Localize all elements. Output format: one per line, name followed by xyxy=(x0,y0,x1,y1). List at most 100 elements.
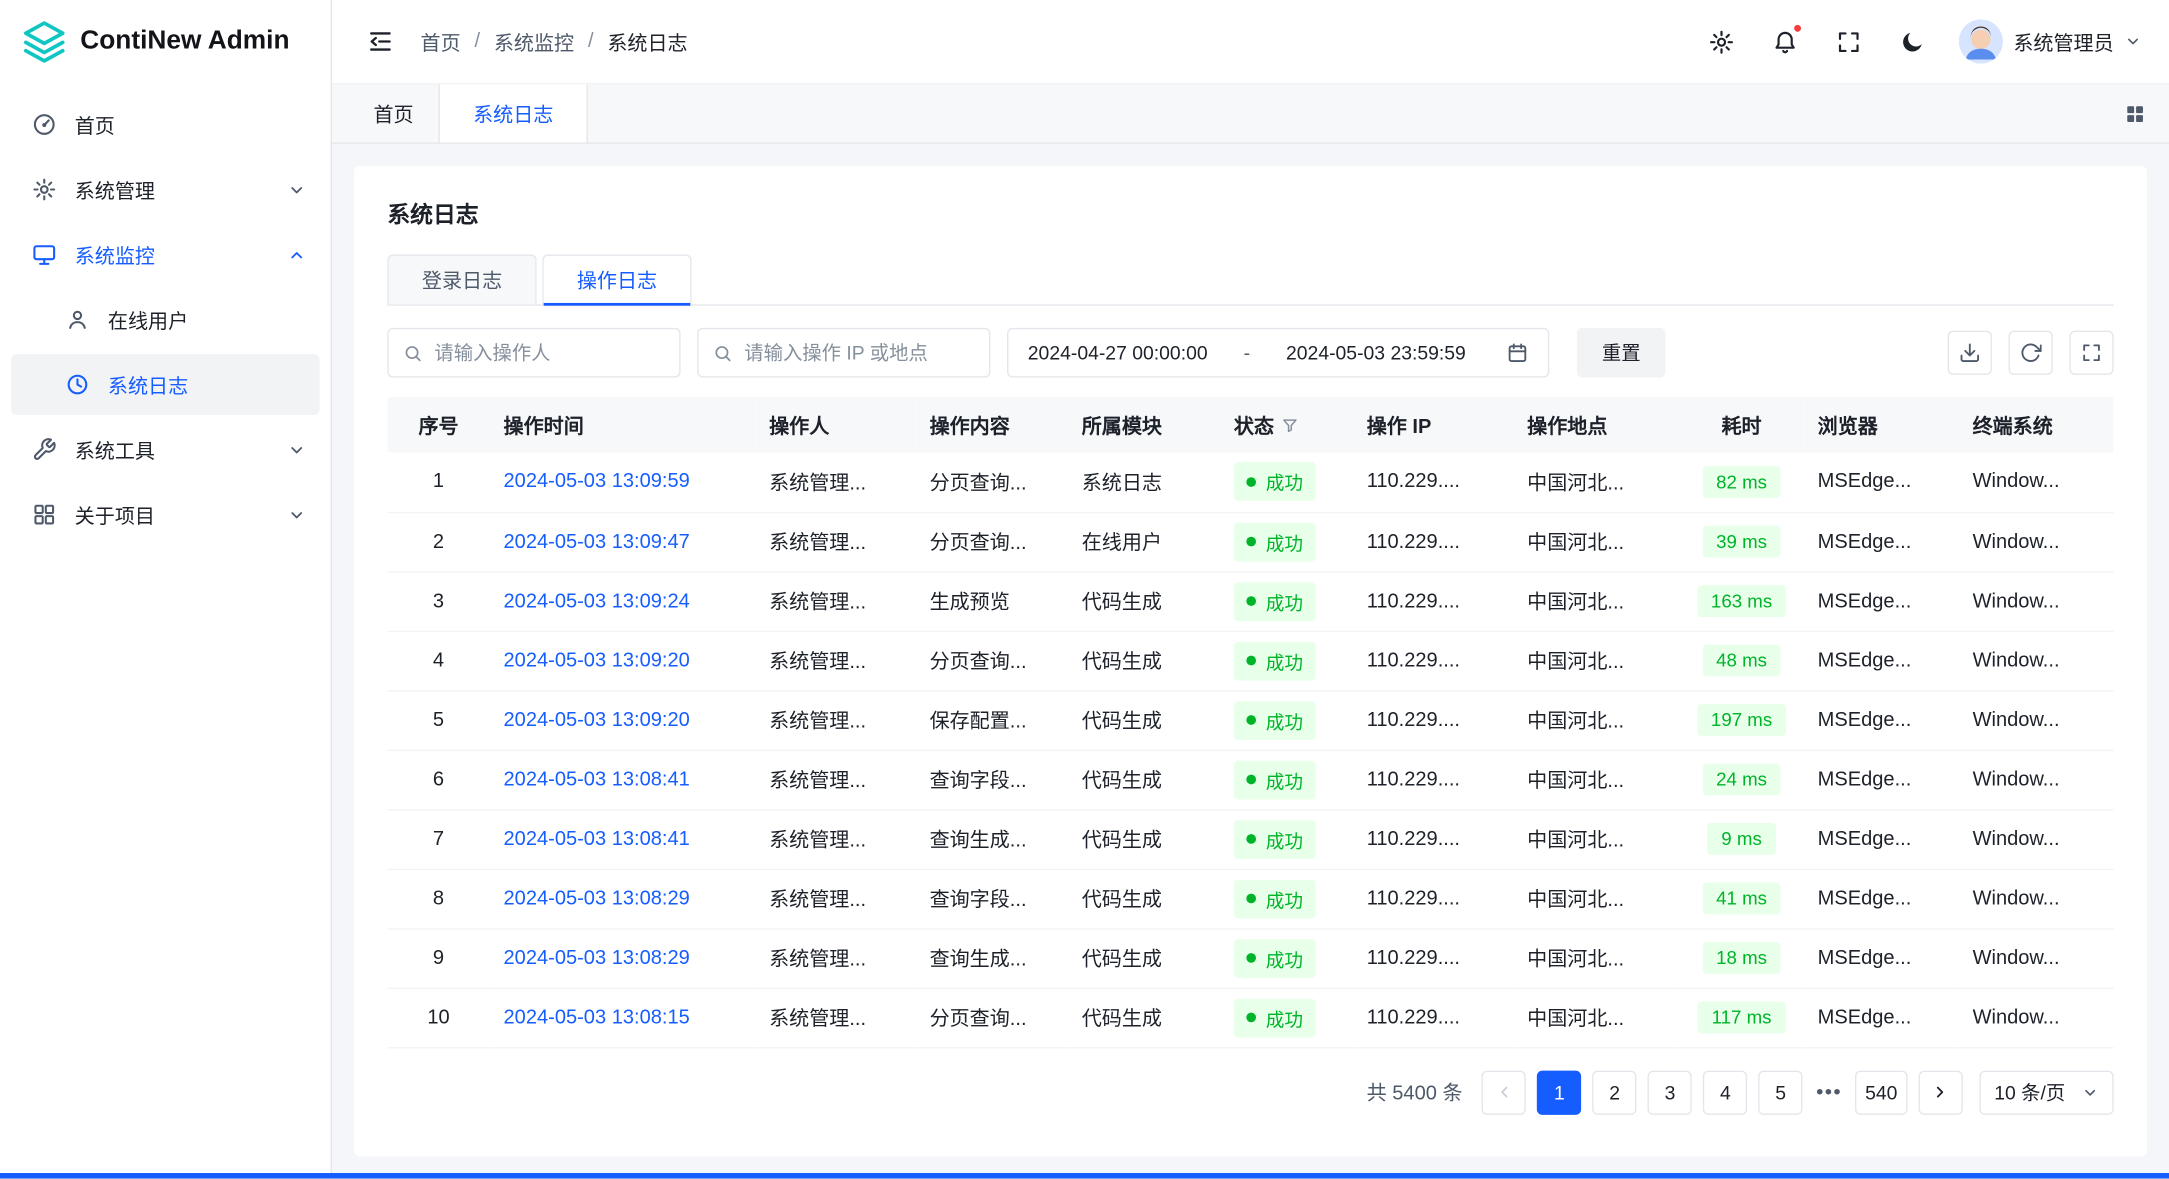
cell-status: 成功 xyxy=(1220,750,1353,809)
pagination-ellipsis[interactable]: ••• xyxy=(1814,1080,1844,1104)
tab-login-log[interactable]: 登录日志 xyxy=(387,255,536,305)
download-icon[interactable] xyxy=(1948,331,1992,375)
cell-ip: 110.229.... xyxy=(1353,512,1513,571)
cell-location: 中国河北... xyxy=(1513,631,1679,690)
cell-location: 中国河北... xyxy=(1513,928,1679,987)
time-link[interactable]: 2024-05-03 13:08:29 xyxy=(504,947,690,969)
search-icon xyxy=(712,342,733,363)
fullscreen-icon[interactable] xyxy=(1831,24,1867,60)
pagination-page-1[interactable]: 1 xyxy=(1537,1070,1581,1114)
tool-icon xyxy=(30,436,58,464)
user-menu[interactable]: 系统管理员 xyxy=(1958,19,2141,63)
moon-icon[interactable] xyxy=(1894,24,1930,60)
tab-system-log[interactable]: 系统日志 xyxy=(440,84,588,142)
duration-badge: 117 ms xyxy=(1698,1002,1786,1034)
user-icon xyxy=(64,306,92,334)
column-header-duration: 耗时 xyxy=(1679,397,1803,452)
sidebar-item-about[interactable]: 关于项目 xyxy=(11,484,319,545)
page-size-select[interactable]: 10 条/页 xyxy=(1979,1070,2114,1114)
column-header-operator: 操作人 xyxy=(755,397,915,452)
cell-browser: MSEdge... xyxy=(1804,750,1959,809)
pagination-page-5[interactable]: 5 xyxy=(1759,1070,1803,1114)
sidebar-item-system-monitor[interactable]: 系统监控 xyxy=(11,224,319,285)
time-link[interactable]: 2024-05-03 13:08:29 xyxy=(504,887,690,909)
header-actions: 系统管理员 xyxy=(1704,19,2142,63)
cell-status: 成功 xyxy=(1220,571,1353,630)
tab-operation-log[interactable]: 操作日志 xyxy=(542,255,691,305)
cell-time: 2024-05-03 13:09:20 xyxy=(490,631,756,690)
cell-ip: 110.229.... xyxy=(1353,690,1513,749)
filter-funnel-icon[interactable] xyxy=(1281,416,1299,434)
menu-fold-icon[interactable] xyxy=(360,21,401,62)
time-link[interactable]: 2024-05-03 13:09:24 xyxy=(504,590,690,612)
pagination-page-4[interactable]: 4 xyxy=(1703,1070,1747,1114)
cell-index: 1 xyxy=(387,452,489,511)
date-range-picker[interactable]: 2024-04-27 00:00:00 - 2024-05-03 23:59:5… xyxy=(1007,328,1549,378)
pagination-pages: 12345 ••• 540 xyxy=(1537,1070,1907,1114)
pagination-page-2[interactable]: 2 xyxy=(1593,1070,1637,1114)
sidebar-item-label: 关于项目 xyxy=(75,500,155,529)
sidebar-item-home[interactable]: 首页 xyxy=(11,94,319,155)
duration-badge: 18 ms xyxy=(1702,942,1781,974)
cell-location: 中国河北... xyxy=(1513,750,1679,809)
sidebar-item-system-tools[interactable]: 系统工具 xyxy=(11,419,319,480)
sidebar-item-label: 系统工具 xyxy=(75,435,155,464)
cell-time: 2024-05-03 13:08:29 xyxy=(490,869,756,928)
refresh-icon[interactable] xyxy=(2009,331,2053,375)
cell-time: 2024-05-03 13:08:29 xyxy=(490,928,756,987)
cell-operator: 系统管理... xyxy=(755,512,915,571)
sidebar-item-label: 首页 xyxy=(75,110,115,139)
column-header-status-label: 状态 xyxy=(1234,410,1274,439)
cell-content: 分页查询... xyxy=(916,631,1068,690)
clock-icon xyxy=(64,371,92,399)
date-range-start: 2024-04-27 00:00:00 xyxy=(1028,342,1208,364)
reset-button[interactable]: 重置 xyxy=(1577,328,1666,378)
operator-search-input[interactable] xyxy=(434,342,665,364)
sidebar-item-system-management[interactable]: 系统管理 xyxy=(11,159,319,220)
time-link[interactable]: 2024-05-03 13:08:15 xyxy=(504,1006,690,1028)
time-link[interactable]: 2024-05-03 13:08:41 xyxy=(504,828,690,850)
cell-os: Window... xyxy=(1959,690,2114,749)
cell-browser: MSEdge... xyxy=(1804,988,1959,1047)
time-link[interactable]: 2024-05-03 13:09:59 xyxy=(504,471,690,493)
cell-index: 9 xyxy=(387,928,489,987)
breadcrumb-home[interactable]: 首页 xyxy=(421,27,461,56)
cell-duration: 39 ms xyxy=(1679,512,1803,571)
logo[interactable]: ContiNew Admin xyxy=(0,0,331,83)
pagination-prev-button[interactable] xyxy=(1482,1070,1526,1114)
cell-location: 中国河北... xyxy=(1513,571,1679,630)
ip-search-input[interactable] xyxy=(744,342,975,364)
sidebar-item-online-users[interactable]: 在线用户 xyxy=(11,289,319,350)
pagination-next-button[interactable] xyxy=(1918,1070,1962,1114)
cell-content: 查询生成... xyxy=(916,928,1068,987)
breadcrumb: 首页 / 系统监控 / 系统日志 xyxy=(421,27,688,56)
column-header-index: 序号 xyxy=(387,397,489,452)
time-link[interactable]: 2024-05-03 13:09:20 xyxy=(504,709,690,731)
cell-duration: 197 ms xyxy=(1679,690,1803,749)
status-badge: 成功 xyxy=(1234,998,1316,1037)
pagination-page-540[interactable]: 540 xyxy=(1855,1070,1907,1114)
tab-home[interactable]: 首页 xyxy=(349,84,440,142)
page-tab-strip: 首页 系统日志 xyxy=(332,83,2169,144)
pagination-page-3[interactable]: 3 xyxy=(1648,1070,1692,1114)
apps-grid-icon[interactable] xyxy=(2101,84,2169,142)
cell-time: 2024-05-03 13:09:24 xyxy=(490,571,756,630)
cell-status: 成功 xyxy=(1220,928,1353,987)
settings-icon[interactable] xyxy=(1704,24,1740,60)
expand-icon[interactable] xyxy=(2069,331,2113,375)
cell-ip: 110.229.... xyxy=(1353,631,1513,690)
time-link[interactable]: 2024-05-03 13:08:41 xyxy=(504,768,690,790)
sidebar-item-system-log[interactable]: 系统日志 xyxy=(11,354,319,415)
bell-icon[interactable] xyxy=(1767,24,1803,60)
cell-time: 2024-05-03 13:09:20 xyxy=(490,690,756,749)
time-link[interactable]: 2024-05-03 13:09:20 xyxy=(504,649,690,671)
logo-icon xyxy=(22,19,66,63)
cell-time: 2024-05-03 13:09:47 xyxy=(490,512,756,571)
grid-icon xyxy=(30,501,58,529)
cell-ip: 110.229.... xyxy=(1353,928,1513,987)
status-badge: 成功 xyxy=(1234,879,1316,918)
cell-duration: 163 ms xyxy=(1679,571,1803,630)
time-link[interactable]: 2024-05-03 13:09:47 xyxy=(504,530,690,552)
breadcrumb-monitor[interactable]: 系统监控 xyxy=(494,27,574,56)
date-range-separator: - xyxy=(1244,342,1250,364)
